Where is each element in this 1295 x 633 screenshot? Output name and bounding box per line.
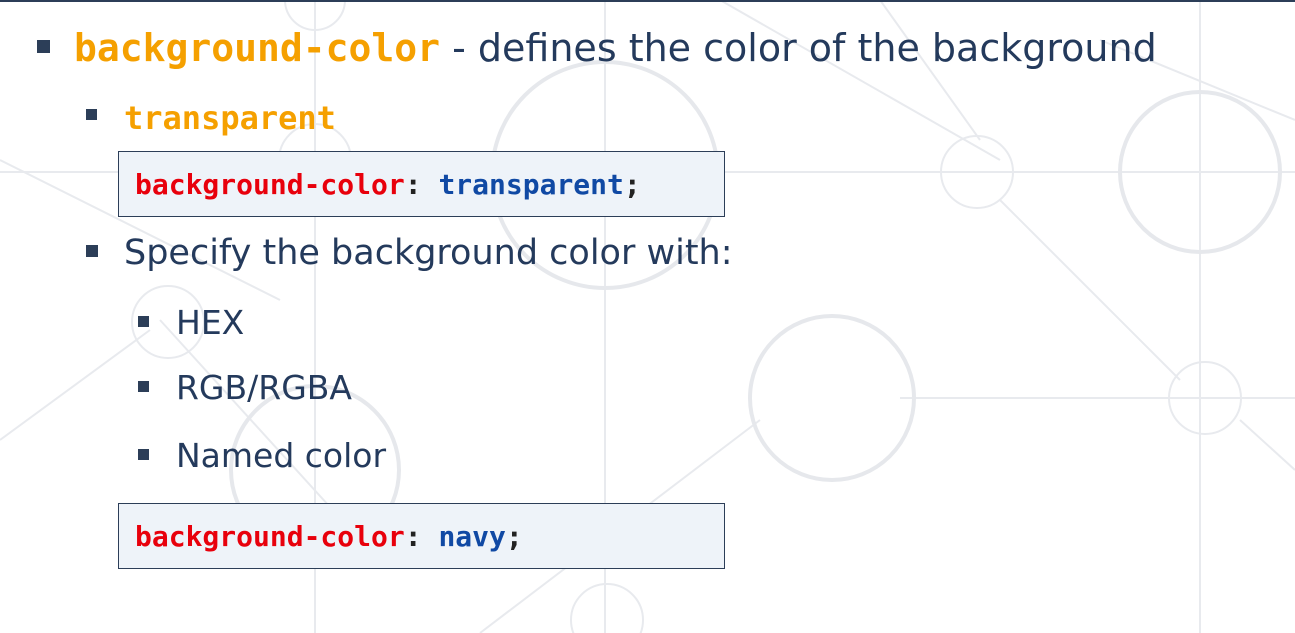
bullet-option-hex bbox=[138, 316, 149, 327]
transparent-label: transparent bbox=[124, 99, 336, 137]
code-semicolon: ; bbox=[505, 520, 523, 553]
top-rule bbox=[0, 0, 1295, 2]
code-example-navy: background-color: navy; bbox=[118, 503, 725, 569]
bullet-option-named bbox=[138, 449, 149, 460]
code-semicolon: ; bbox=[623, 168, 641, 201]
code-colon: : bbox=[404, 168, 439, 201]
bullet-transparent bbox=[86, 109, 97, 120]
code-colon: : bbox=[404, 520, 439, 553]
bullet-specify bbox=[86, 245, 98, 257]
bullet-main bbox=[37, 40, 50, 53]
option-named-color: Named color bbox=[176, 436, 387, 475]
code-value: transparent bbox=[438, 168, 624, 201]
option-hex: HEX bbox=[176, 303, 245, 342]
code-value: navy bbox=[438, 520, 506, 553]
main-bullet-keyword: background-color bbox=[74, 26, 441, 70]
main-bullet-description: - defines the color of the background bbox=[440, 26, 1157, 70]
bullet-option-rgb bbox=[138, 381, 149, 392]
code-example-transparent: background-color: transparent; bbox=[118, 151, 725, 217]
specify-label: Specify the background color with: bbox=[124, 233, 733, 273]
main-bullet-line: background-color - defines the color of … bbox=[74, 29, 1157, 67]
option-rgb: RGB/RGBA bbox=[176, 368, 352, 407]
code-property: background-color bbox=[135, 168, 405, 201]
code-property: background-color bbox=[135, 520, 405, 553]
slide: background-color - defines the color of … bbox=[0, 0, 1295, 633]
